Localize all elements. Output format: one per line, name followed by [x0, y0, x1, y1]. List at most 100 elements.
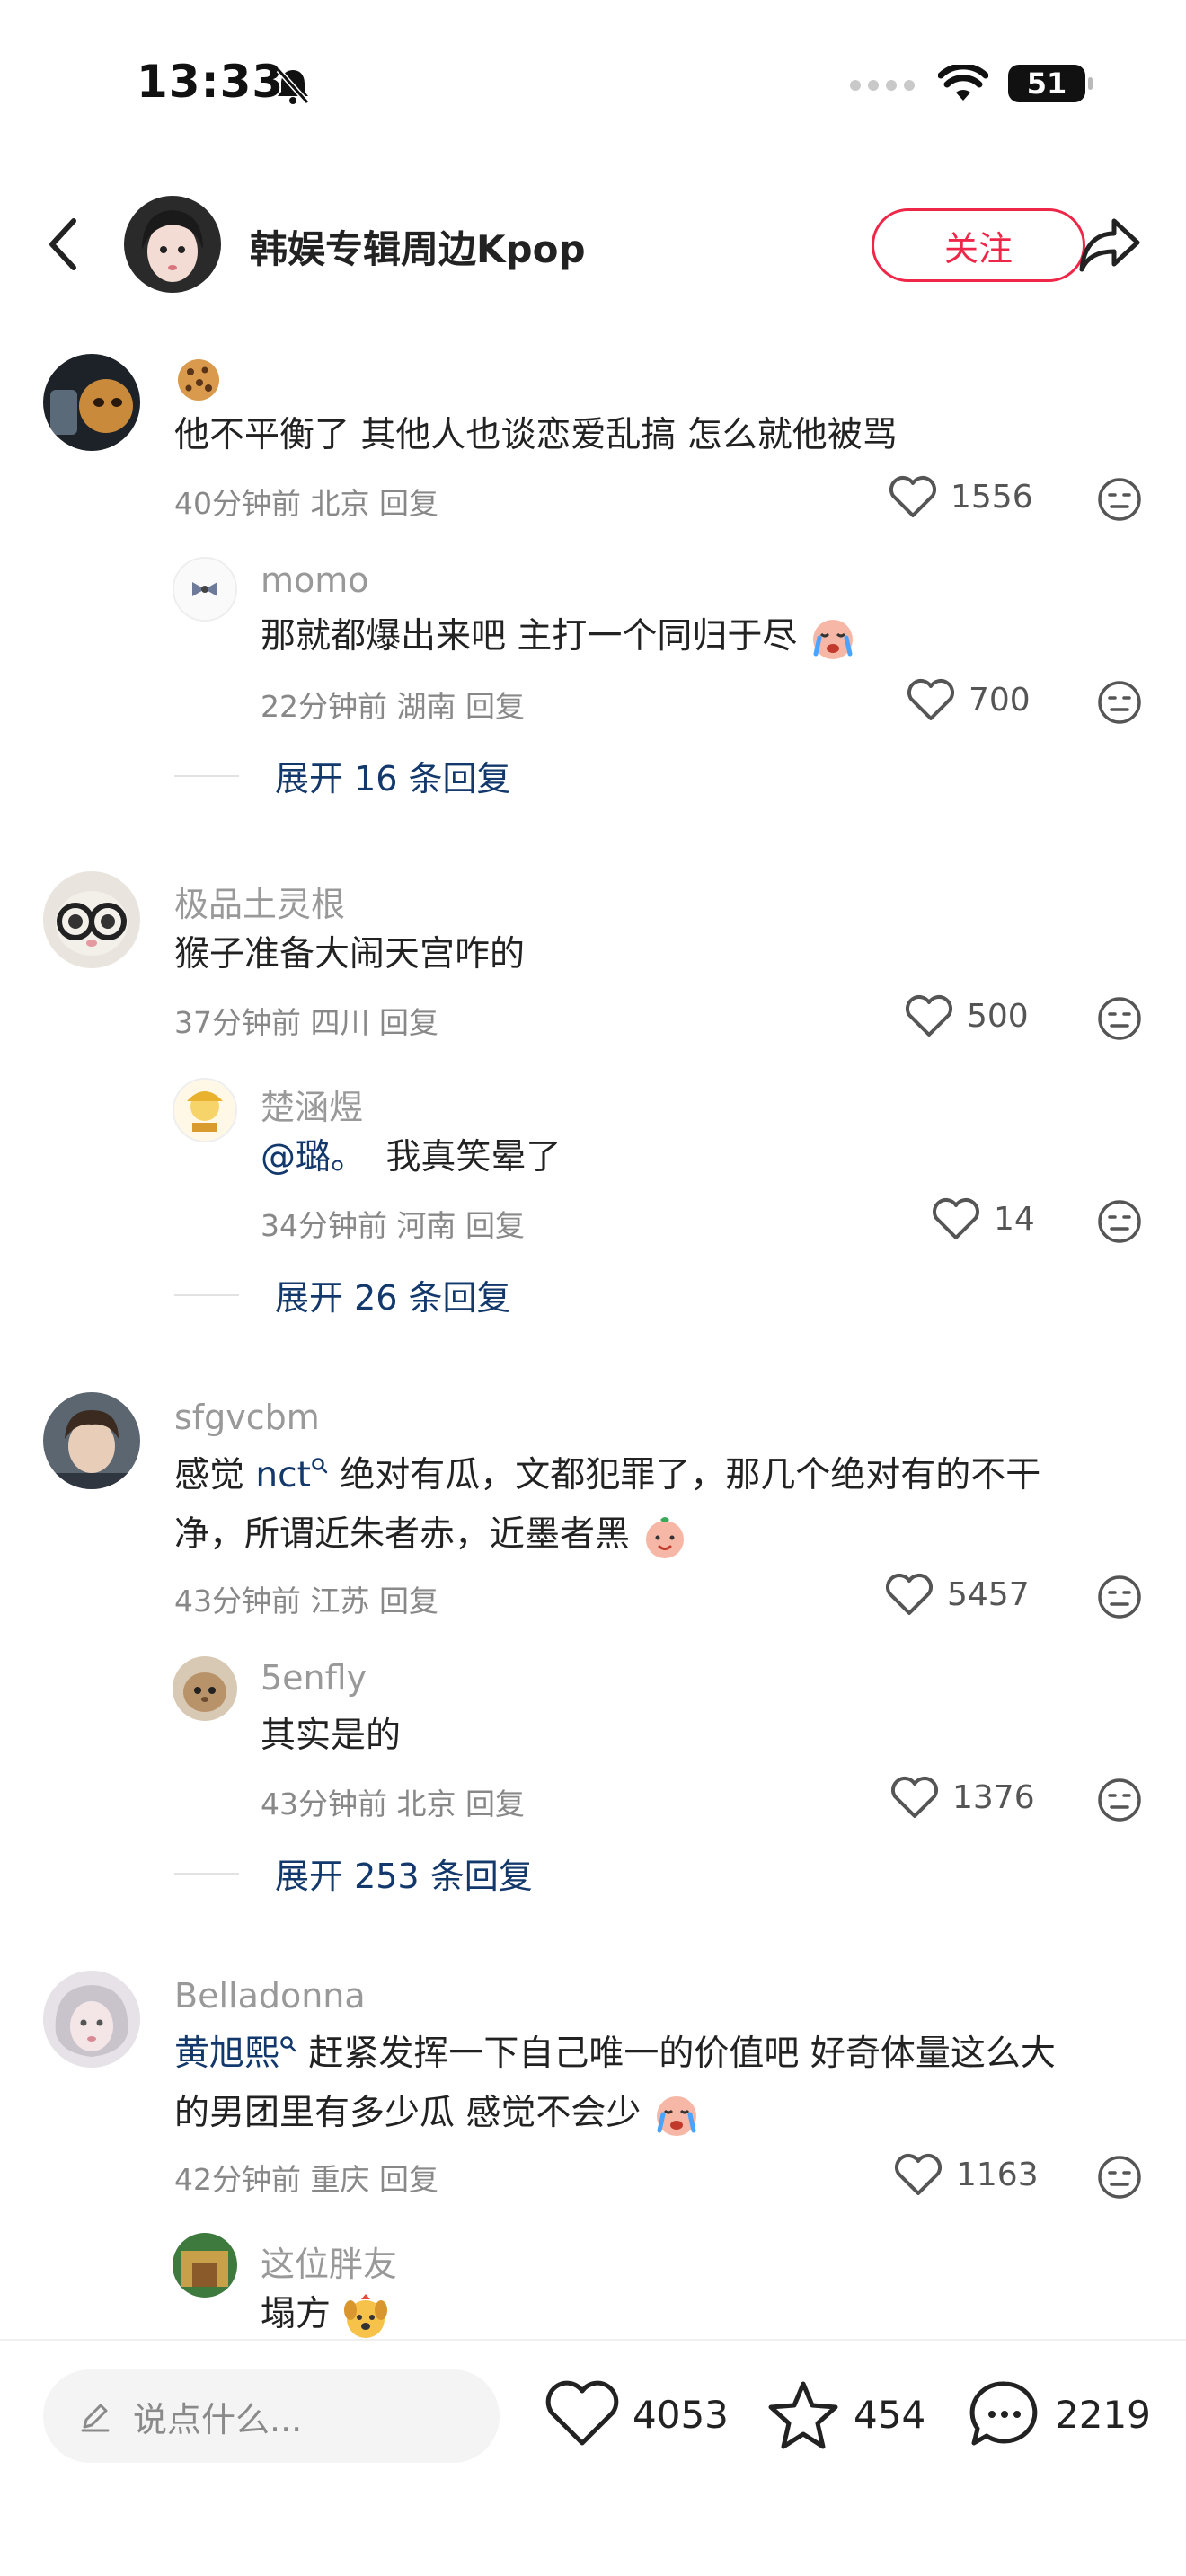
like-count: 500 [967, 997, 1029, 1035]
status-time: 13:33 [137, 56, 285, 108]
commenter-username[interactable]: 极品土灵根 [174, 877, 345, 926]
heart-icon [890, 476, 936, 517]
reply-username[interactable]: 5enfly [261, 1658, 367, 1698]
heart-icon [907, 679, 954, 720]
commenter-avatar[interactable] [43, 871, 140, 968]
reply-text: @璐。 我真笑晕了 [261, 1137, 562, 1178]
comment-meta: 37分钟前 四川 回复 [174, 1005, 438, 1040]
dislike-face-icon[interactable] [1096, 1574, 1143, 1620]
search-icon [312, 1458, 328, 1474]
reply-username[interactable]: 这位胖友 [261, 2236, 397, 2286]
heart-icon [891, 1777, 938, 1818]
comment-location: 北京 [310, 486, 370, 521]
crying-emoji-icon [656, 2095, 696, 2136]
like-count: 1376 [952, 1778, 1035, 1816]
commenter-username[interactable]: sfgvcbm [174, 1398, 320, 1437]
expand-replies-button[interactable]: 展开 26 条回复 [174, 1270, 511, 1319]
commenter-avatar[interactable] [43, 1971, 140, 2068]
post-like-count: 4053 [633, 2392, 729, 2437]
comment-time: 40分钟前 [174, 486, 301, 521]
author-avatar[interactable] [124, 196, 221, 293]
battery-indicator: 51 [1008, 65, 1093, 102]
comment-text: 感觉 nct 绝对有瓜，文都犯罪了，那几个绝对有的不干 净，所谓近朱者赤，近墨者… [174, 1446, 1127, 1565]
expand-replies-button[interactable]: 展开 253 条回复 [174, 1848, 533, 1898]
favorite-count: 454 [854, 2392, 926, 2437]
reply-meta: 34分钟前 河南 回复 [261, 1208, 525, 1243]
reply-link[interactable]: 回复 [465, 1786, 525, 1822]
commenter-avatar[interactable] [43, 354, 140, 451]
bell-slash-icon [276, 68, 310, 104]
reply-avatar[interactable] [173, 2233, 237, 2298]
share-icon[interactable] [1076, 212, 1143, 277]
heart-icon [545, 2380, 619, 2446]
comment-text: 他不平衡了 其他人也谈恋爱乱搞 怎么就他被骂 [174, 415, 898, 455]
reply-text: 塌方 [261, 2285, 390, 2344]
like-post-button[interactable]: 4053 [544, 2378, 729, 2450]
reply-meta: 22分钟前 湖南 回复 [261, 689, 525, 724]
comment-text: 黄旭熙 赶紧发挥一下自己唯一的价值吧 好奇体量这么大 的男团里有多少瓜 感觉不会… [174, 2025, 1145, 2143]
like-count: 14 [994, 1200, 1035, 1238]
page-title: 韩娱专辑周边Kpop [250, 227, 586, 271]
dislike-face-icon[interactable] [1096, 2154, 1143, 2201]
comment-bubble-icon [969, 2381, 1038, 2446]
like-button[interactable]: 1556 [888, 474, 1033, 519]
signal-icon [850, 80, 915, 91]
comment-text: 猴子准备大闹天宫咋的 [174, 934, 526, 975]
dislike-face-icon[interactable] [1096, 1198, 1143, 1245]
reply-link[interactable]: 回复 [465, 689, 525, 724]
reply-avatar[interactable] [173, 1078, 237, 1142]
heart-icon [886, 1574, 933, 1615]
bottom-divider [0, 2339, 1186, 2341]
like-count: 1556 [951, 478, 1033, 516]
reply-link[interactable]: 回复 [379, 2162, 438, 2197]
comment-placeholder: 说点什么... [133, 2399, 303, 2439]
dislike-face-icon[interactable] [1096, 476, 1143, 523]
favorite-button[interactable]: 454 [766, 2378, 925, 2450]
pencil-icon [81, 2404, 110, 2432]
wifi-icon [938, 65, 988, 101]
search-icon [280, 2036, 296, 2052]
dislike-face-icon[interactable] [1096, 995, 1143, 1042]
comment-input[interactable]: 说点什么... [43, 2369, 500, 2463]
expand-replies-button[interactable]: 展开 16 条回复 [174, 751, 511, 800]
like-button[interactable]: 700 [906, 677, 1031, 722]
like-button[interactable]: 1163 [893, 2152, 1039, 2197]
crying-emoji-icon [812, 619, 853, 659]
status-icons: 51 [848, 65, 1093, 102]
reply-avatar[interactable] [173, 557, 237, 622]
heart-icon [933, 1198, 979, 1239]
divider-line [174, 1293, 239, 1296]
reply-avatar[interactable] [173, 1656, 237, 1721]
reply-link[interactable]: 回复 [379, 486, 438, 521]
baby-emoji-icon [646, 1516, 685, 1558]
back-arrow-icon[interactable] [45, 216, 81, 273]
dislike-face-icon[interactable] [1096, 679, 1143, 726]
mention-link[interactable]: @璐。 [261, 1137, 366, 1178]
like-count: 1163 [956, 2156, 1039, 2193]
topic-link[interactable]: nct [255, 1455, 328, 1495]
comments-button[interactable]: 2219 [967, 2378, 1151, 2450]
divider-line [174, 1872, 239, 1875]
reply-username[interactable]: 楚涵煜 [261, 1080, 363, 1129]
like-count: 700 [969, 681, 1031, 719]
star-icon [768, 2381, 838, 2449]
commenter-avatar[interactable] [43, 1392, 140, 1489]
commenter-username[interactable]: Belladonna [174, 1976, 366, 2016]
follow-button[interactable]: 关注 [872, 208, 1085, 282]
reply-text: 其实是的 [261, 1716, 402, 1756]
like-button[interactable]: 14 [931, 1196, 1035, 1241]
comment-meta: 40分钟前 北京 回复 [174, 480, 438, 523]
like-button[interactable]: 500 [904, 993, 1029, 1038]
reply-username[interactable]: momo [261, 560, 369, 600]
comment-meta: 42分钟前 重庆 回复 [174, 2162, 438, 2197]
dislike-face-icon[interactable] [1096, 1777, 1143, 1823]
reply-link[interactable]: 回复 [465, 1208, 525, 1243]
topic-link[interactable]: 黄旭熙 [174, 2033, 297, 2074]
like-button[interactable]: 5457 [884, 1572, 1030, 1617]
cookie-icon [178, 359, 219, 401]
like-button[interactable]: 1376 [890, 1775, 1035, 1820]
reply-meta: 43分钟前 北京 回复 [261, 1786, 525, 1822]
reply-link[interactable]: 回复 [379, 1584, 438, 1619]
reply-link[interactable]: 回复 [379, 1005, 438, 1040]
dog-emoji-icon [344, 2293, 388, 2338]
